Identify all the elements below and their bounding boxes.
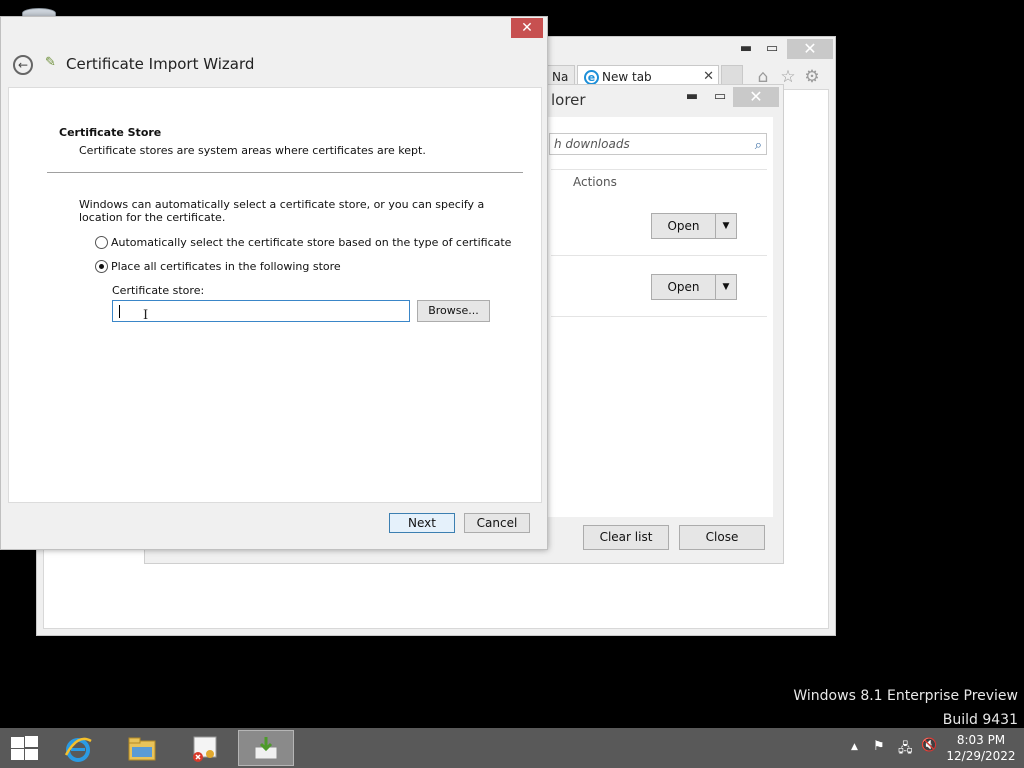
browse-button[interactable]: Browse... [417, 300, 490, 322]
ie-logo-icon: e [584, 70, 599, 85]
radio-button-selected[interactable] [95, 260, 108, 273]
windows-start-icon[interactable] [10, 736, 40, 760]
certificate-import-wizard: ✕ ← ✎ Certificate Import Wizard Certific… [0, 16, 548, 550]
certificate-store-label: Certificate store: [112, 284, 205, 297]
instructions-text: Windows can automatically select a certi… [79, 198, 485, 224]
download-manager-title: lorer [551, 91, 586, 109]
certificate-import-icon [254, 737, 278, 760]
network-icon[interactable]: 🖧 [898, 739, 913, 761]
internet-explorer-icon [64, 737, 92, 762]
dm-maximize-button[interactable]: ▭ [707, 87, 733, 107]
actions-column-header: Actions [573, 175, 617, 189]
section-heading: Certificate Store [59, 126, 162, 139]
wizard-content-panel: Certificate Store Certificate stores are… [8, 87, 542, 503]
tab-new-label: New tab [602, 70, 652, 84]
taskbar-clock[interactable]: 8:03 PM 12/29/2022 [946, 732, 1016, 764]
action-center-flag-icon[interactable]: ⚑ [873, 739, 885, 754]
dm-close-x-button[interactable]: ✕ [733, 87, 779, 107]
row-divider [551, 255, 767, 256]
open-split-button[interactable]: Open ▼ [651, 213, 737, 239]
close-button[interactable]: Close [679, 525, 765, 550]
ie-minimize-button[interactable]: ▬ [733, 39, 759, 59]
search-placeholder: h downloads [554, 137, 630, 151]
taskbar [0, 728, 1024, 768]
clear-list-button[interactable]: Clear list [583, 525, 669, 550]
radio-button[interactable] [95, 236, 108, 249]
open-button[interactable]: Open [652, 275, 716, 299]
taskbar-cert-manager-button[interactable] [176, 730, 232, 766]
search-downloads-input[interactable]: h downloads ⌕ [549, 133, 767, 155]
open-split-button[interactable]: Open ▼ [651, 274, 737, 300]
next-button[interactable]: Next [389, 513, 455, 533]
clock-time: 8:03 PM [956, 733, 1006, 747]
header-divider [551, 169, 767, 170]
text-caret [119, 305, 120, 318]
radio-auto-label[interactable]: Automatically select the certificate sto… [111, 236, 511, 250]
volume-muted-icon[interactable]: 🔇 [921, 738, 937, 753]
section-divider [47, 172, 523, 173]
certificate-store-input[interactable]: I [112, 300, 410, 322]
radio-place-label[interactable]: Place all certificates in the following … [111, 260, 341, 274]
chevron-down-icon[interactable]: ▼ [716, 214, 736, 238]
watermark-edition: Windows 8.1 Enterprise Preview [793, 688, 1018, 704]
wizard-close-button[interactable]: ✕ [511, 18, 543, 38]
os-watermark: Windows 8.1 Enterprise Preview Build 943… [793, 684, 1018, 732]
gear-icon[interactable]: ⚙ [802, 67, 822, 87]
show-hidden-icons-button[interactable]: ▲ [851, 742, 858, 752]
certificate-icon: ✎ [45, 55, 56, 70]
dm-minimize-button[interactable]: ▬ [679, 87, 705, 107]
taskbar-ie-button[interactable] [50, 730, 106, 766]
folder-icon [128, 737, 156, 761]
section-description: Certificate stores are system areas wher… [79, 144, 426, 157]
taskbar-file-explorer-button[interactable] [114, 730, 170, 766]
chevron-down-icon[interactable]: ▼ [716, 275, 736, 299]
certificate-error-icon [193, 736, 217, 762]
taskbar-import-wizard-button[interactable] [238, 730, 294, 766]
back-arrow-icon[interactable]: ← [13, 55, 33, 75]
row-divider [551, 316, 767, 317]
cancel-button[interactable]: Cancel [464, 513, 530, 533]
ibeam-cursor-icon: I [143, 308, 149, 323]
wizard-title: Certificate Import Wizard [66, 55, 255, 73]
open-button[interactable]: Open [652, 214, 716, 238]
clock-date: 12/29/2022 [946, 749, 1016, 763]
ie-close-button[interactable]: ✕ [787, 39, 833, 59]
ie-maximize-button[interactable]: ▭ [759, 39, 785, 59]
search-icon[interactable]: ⌕ [755, 136, 762, 156]
